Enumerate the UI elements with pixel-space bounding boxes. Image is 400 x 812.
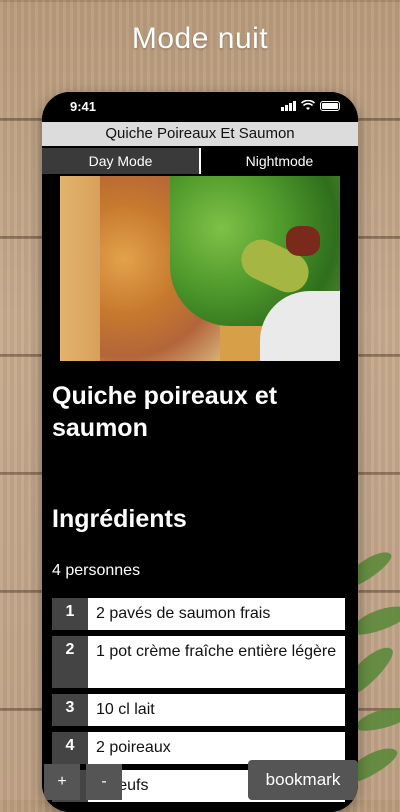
battery-icon xyxy=(320,101,340,111)
tab-night-mode[interactable]: Nightmode xyxy=(199,148,358,174)
ingredient-text: 1 pot crème fraîche entière légère xyxy=(88,636,345,688)
list-item: 1 2 pavés de saumon frais xyxy=(52,598,345,630)
ingredients-heading: Ingrédients xyxy=(52,505,187,533)
promo-title: Mode nuit xyxy=(131,22,269,55)
list-item: 3 10 cl lait xyxy=(52,694,345,726)
bookmark-button[interactable]: bookmark xyxy=(248,760,358,800)
recipe-title: Quiche poireaux et saumon xyxy=(52,382,278,442)
wifi-icon xyxy=(301,100,315,110)
ingredient-text: 2 pavés de saumon frais xyxy=(88,598,345,630)
signal-icon xyxy=(281,101,296,111)
ingredient-number: 4 xyxy=(52,732,88,764)
ingredient-number: 2 xyxy=(52,636,88,688)
mode-tabs: Day Mode Nightmode xyxy=(42,148,358,174)
ingredient-number: 1 xyxy=(52,598,88,630)
servings-label: 4 personnes xyxy=(52,562,141,579)
status-icons xyxy=(281,100,340,111)
zoom-in-button[interactable]: + xyxy=(44,764,80,800)
phone-frame: 9:41 Quiche Poireaux Et Saumon Day Mode … xyxy=(42,92,358,812)
status-bar: 9:41 xyxy=(42,92,358,122)
app-header-title: Quiche Poireaux Et Saumon xyxy=(42,122,358,146)
recipe-photo xyxy=(60,176,340,361)
phone-notch xyxy=(112,92,288,118)
zoom-out-button[interactable]: - xyxy=(86,764,122,800)
status-time: 9:41 xyxy=(70,99,97,114)
list-item: 2 1 pot crème fraîche entière légère xyxy=(52,636,345,688)
ingredient-text: 10 cl lait xyxy=(88,694,345,726)
ingredient-number: 3 xyxy=(52,694,88,726)
tab-day-mode[interactable]: Day Mode xyxy=(42,148,199,174)
recipe-content[interactable]: Quiche poireaux et saumon Ingrédients 4 … xyxy=(42,174,358,812)
